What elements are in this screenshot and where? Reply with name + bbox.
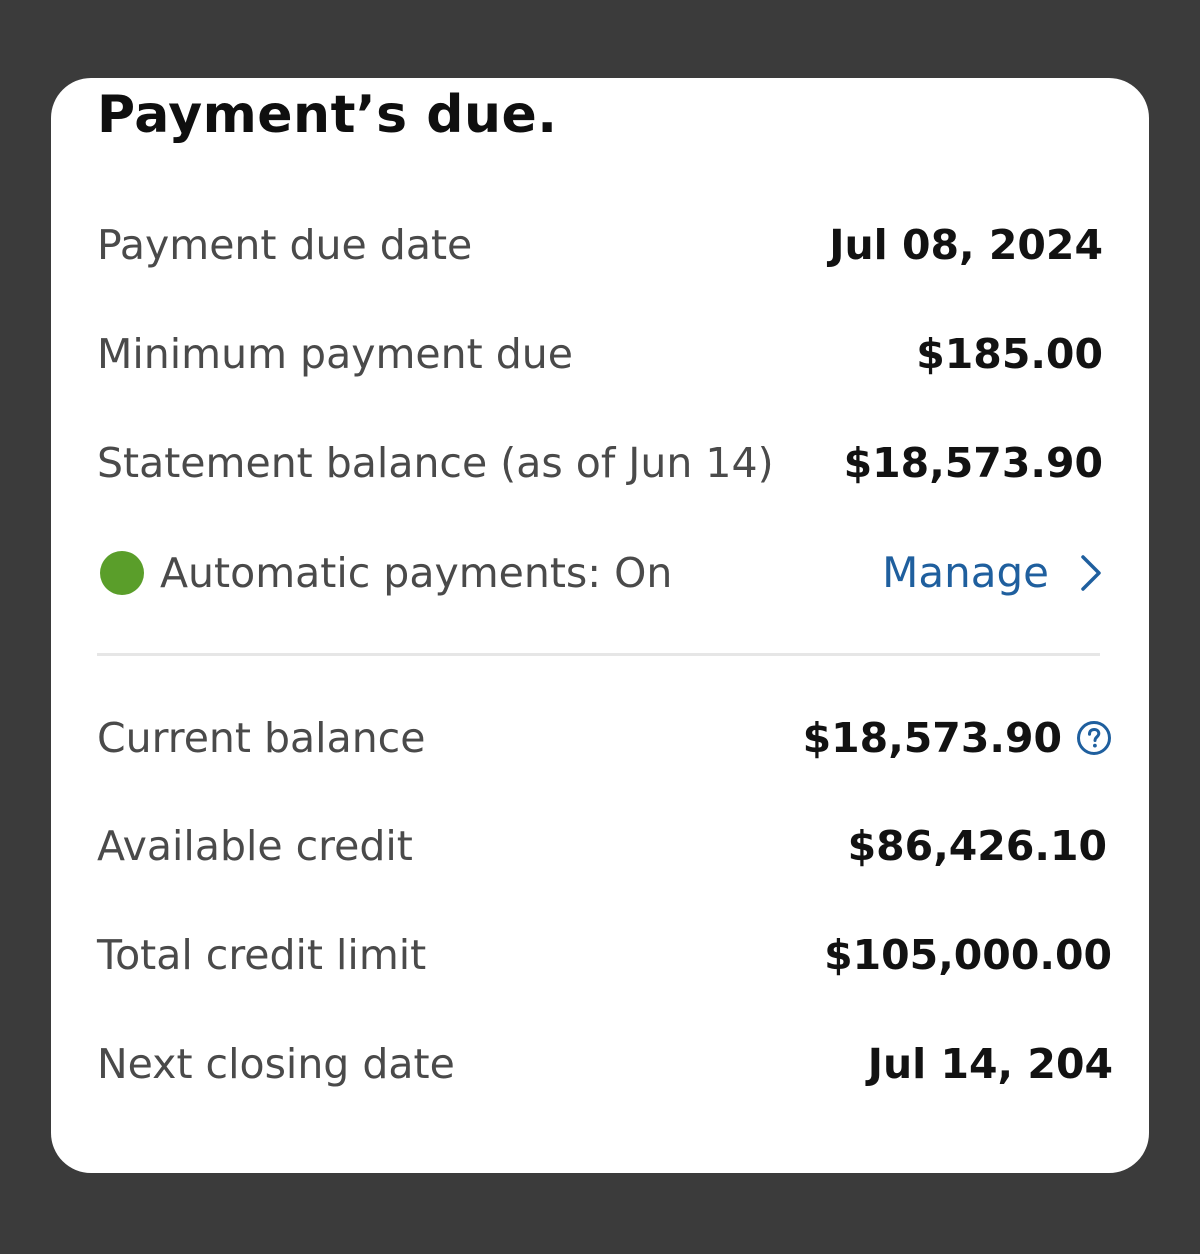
statement-balance-label: Statement balance (as of Jun 14)	[97, 439, 774, 487]
chevron-right-icon	[1081, 555, 1101, 591]
total-credit-limit-label: Total credit limit	[97, 931, 427, 979]
payment-due-date-label: Payment due date	[97, 221, 473, 269]
autopay-status-dot-icon	[100, 551, 144, 595]
autopay-status-label: Automatic payments: On	[160, 549, 673, 597]
current-balance-label: Current balance	[97, 714, 426, 762]
page-title: Payment’s due.	[97, 85, 558, 145]
minimum-payment-value: $185.00	[916, 330, 1103, 378]
next-closing-date-row: Next closing date Jul 14, 204	[97, 1029, 1113, 1099]
question-circle-icon[interactable]	[1076, 720, 1112, 756]
available-credit-row: Available credit $86,426.10	[97, 811, 1107, 881]
manage-link-label: Manage	[882, 548, 1049, 597]
next-closing-date-value: Jul 14, 204	[867, 1040, 1113, 1088]
payment-summary-card: Payment’s due. Payment due date Jul 08, …	[51, 78, 1149, 1173]
current-balance-value: $18,573.90	[802, 714, 1062, 762]
statement-balance-row: Statement balance (as of Jun 14) $18,573…	[97, 428, 1103, 498]
payment-due-date-row: Payment due date Jul 08, 2024	[97, 210, 1103, 280]
current-balance-value-group: $18,573.90	[803, 703, 1112, 773]
autopay-row: Automatic payments: On Manage	[97, 538, 1103, 608]
available-credit-value: $86,426.10	[847, 822, 1107, 870]
total-credit-limit-row: Total credit limit $105,000.00	[97, 920, 1112, 990]
minimum-payment-row: Minimum payment due $185.00	[97, 319, 1103, 389]
available-credit-label: Available credit	[97, 822, 413, 870]
total-credit-limit-value: $105,000.00	[824, 931, 1112, 979]
section-divider	[97, 653, 1100, 656]
next-closing-date-label: Next closing date	[97, 1040, 455, 1088]
minimum-payment-label: Minimum payment due	[97, 330, 573, 378]
manage-autopay-link[interactable]: Manage	[882, 538, 1103, 608]
current-balance-row: Current balance $18,573.90	[97, 703, 1111, 773]
statement-balance-value: $18,573.90	[843, 439, 1103, 487]
payment-due-date-value: Jul 08, 2024	[829, 221, 1103, 269]
